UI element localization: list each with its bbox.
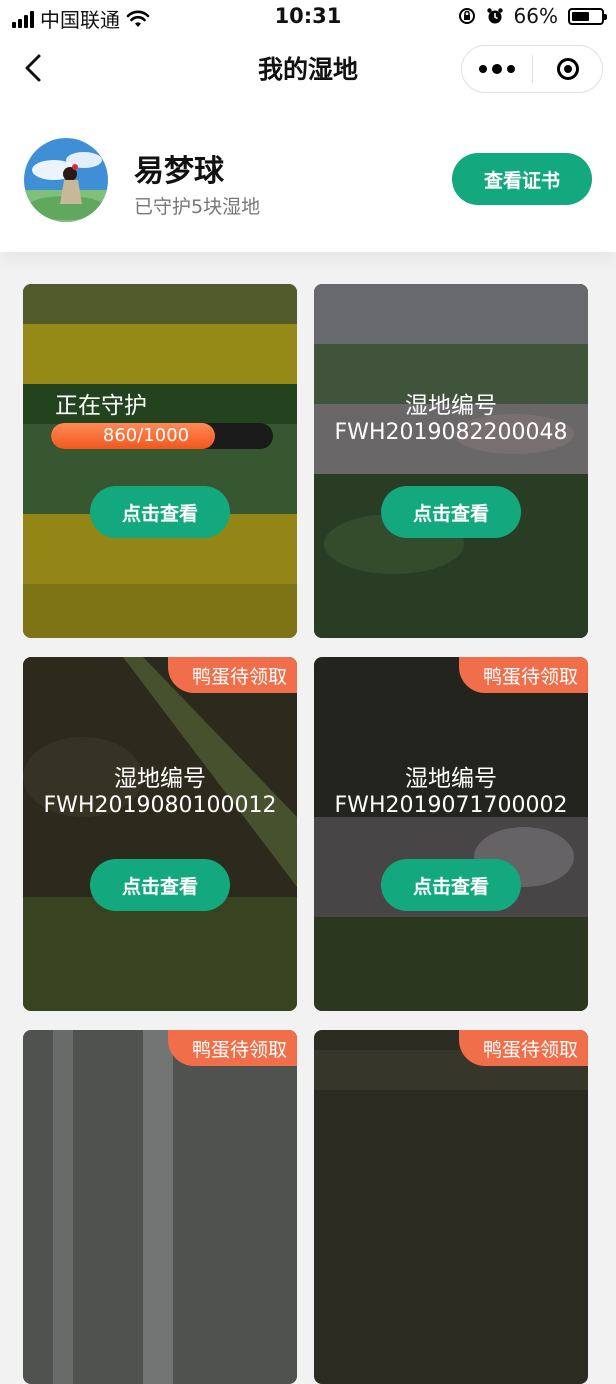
wetland-code: FWH2019082200048 xyxy=(334,420,568,445)
wetland-number-label: 湿地编号 xyxy=(405,766,497,792)
mini-program-capsule xyxy=(461,45,603,93)
card-overlay xyxy=(314,284,588,638)
wetland-code: FWH2019071700002 xyxy=(334,793,568,818)
wetland-card: 湿地编号 FWH2019082200048 点击查看 xyxy=(314,284,588,638)
view-certificate-button[interactable]: 查看证书 xyxy=(452,153,592,205)
alarm-icon xyxy=(486,8,503,24)
avatar xyxy=(24,138,108,222)
view-details-button[interactable]: 点击查看 xyxy=(90,859,230,911)
wetland-number-label: 湿地编号 xyxy=(405,393,497,419)
wetland-card: 鸭蛋待领取 湿地编号 FWH2019080100012 点击查看 xyxy=(23,657,297,1011)
card-overlay xyxy=(314,1030,588,1384)
duck-egg-tag: 鸭蛋待领取 xyxy=(458,657,588,693)
wetland-code: FWH2019080100012 xyxy=(43,793,277,818)
guard-progress-bar: 860/1000 xyxy=(51,423,273,449)
duck-egg-tag: 鸭蛋待领取 xyxy=(167,1030,297,1066)
view-details-button[interactable]: 点击查看 xyxy=(381,486,521,538)
duck-egg-tag: 鸭蛋待领取 xyxy=(458,1030,588,1066)
wetland-card: 鸭蛋待领取 xyxy=(314,1030,588,1384)
card-overlay xyxy=(23,1030,297,1384)
card-overlay xyxy=(23,284,297,638)
wetland-number-label: 湿地编号 xyxy=(114,766,206,792)
target-circle-icon xyxy=(556,58,579,80)
wetland-card: 正在守护 860/1000 点击查看 xyxy=(23,284,297,638)
more-dots-icon xyxy=(479,65,487,73)
close-mini-program-button[interactable] xyxy=(533,58,602,80)
profile-header: 易梦球 已守护5块湿地 查看证书 xyxy=(0,104,616,252)
status-right: 66% xyxy=(458,4,607,28)
battery-percent: 66% xyxy=(513,4,558,28)
protected-count: 已守护5块湿地 xyxy=(134,196,261,218)
battery-level xyxy=(572,11,590,21)
wetland-card: 鸭蛋待领取 湿地编号 FWH2019071700002 点击查看 xyxy=(314,657,588,1011)
card-overlay xyxy=(23,657,297,1011)
battery-icon xyxy=(568,7,607,25)
more-menu-button[interactable] xyxy=(462,46,532,92)
card-overlay xyxy=(314,657,588,1011)
protecting-label: 正在守护 xyxy=(55,393,147,419)
duck-egg-tag: 鸭蛋待领取 xyxy=(167,657,297,693)
status-bar: 中国联通 10:31 66% xyxy=(0,0,616,34)
navigation-bar: 我的湿地 xyxy=(0,34,616,104)
wetland-card: 鸭蛋待领取 xyxy=(23,1030,297,1384)
view-details-button[interactable]: 点击查看 xyxy=(90,486,230,538)
user-name: 易梦球 xyxy=(134,154,224,189)
rotation-lock-icon xyxy=(458,8,475,24)
view-details-button[interactable]: 点击查看 xyxy=(381,859,521,911)
progress-text: 860/1000 xyxy=(102,425,190,446)
